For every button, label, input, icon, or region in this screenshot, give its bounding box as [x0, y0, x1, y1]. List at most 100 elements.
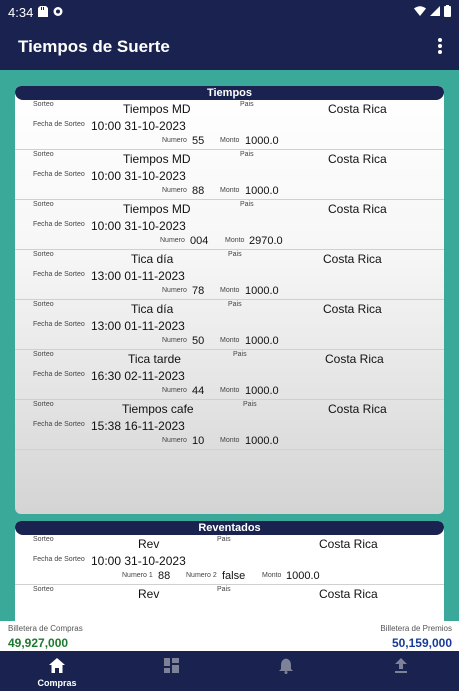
sorteo-value: Tica tarde [128, 352, 181, 366]
fecha-label: Fecha de Sorteo [33, 121, 85, 128]
numero2-value: false [222, 570, 246, 582]
pais-value: Costa Rica [319, 537, 378, 551]
reventados-panel[interactable]: Reventados Sorteo Rev Pais Costa Rica Fe… [15, 521, 444, 621]
pais-value: Costa Rica [328, 202, 387, 216]
pais-label: Pais [240, 101, 254, 108]
tiempo-card[interactable]: Sorteo Tica día Pais Costa Rica Fecha de… [15, 300, 444, 350]
fecha-value: 16:30 02-11-2023 [91, 369, 185, 383]
tiempos-panel[interactable]: Tiempos Sorteo Tiempos MD Pais Costa Ric… [15, 86, 444, 514]
numero-value: 88 [192, 185, 205, 197]
sorteo-value: Tiempos MD [123, 152, 191, 166]
sd-card-icon [38, 6, 48, 17]
more-options-icon[interactable] [437, 38, 443, 54]
numero-label: Numero [162, 187, 187, 194]
tiempo-card[interactable]: Sorteo Tiempos MD Pais Costa Rica Fecha … [15, 150, 444, 200]
fecha-label: Fecha de Sorteo [33, 321, 85, 328]
numero-value: 10 [192, 435, 205, 447]
monto-label: Monto [220, 287, 240, 294]
nav-notifications[interactable] [257, 651, 317, 691]
fecha-label: Fecha de Sorteo [33, 221, 85, 228]
fecha-label: Fecha de Sorteo [33, 271, 85, 278]
fecha-value: 10:00 31-10-2023 [91, 119, 186, 133]
compras-wallet-value: 49,927,000 [8, 636, 69, 650]
bell-icon [279, 658, 293, 674]
tiempo-card[interactable]: Sorteo Tica día Pais Costa Rica Fecha de… [15, 250, 444, 300]
numero-label: Numero [162, 287, 187, 294]
main-content[interactable]: Tiempos Sorteo Tiempos MD Pais Costa Ric… [0, 70, 459, 621]
nav-compras[interactable]: Compras [27, 651, 87, 691]
pais-label: Pais [228, 251, 242, 258]
sorteo-label: Sorteo [33, 536, 54, 543]
pais-value: Costa Rica [328, 402, 387, 416]
app-bar: Tiempos de Suerte [0, 24, 459, 70]
bottom-nav: Compras [0, 651, 459, 691]
numero-value: 55 [192, 135, 205, 147]
numero-label: Numero [162, 437, 187, 444]
pais-label: Pais [217, 586, 231, 593]
dashboard-icon [164, 658, 179, 673]
wifi-icon [414, 6, 426, 16]
numero-label: Numero [162, 337, 187, 344]
sorteo-label: Sorteo [33, 586, 54, 593]
numero2-label: Numero 2 [186, 572, 217, 579]
numero-label: Numero [162, 387, 187, 394]
signal-icon [430, 6, 440, 16]
numero-value: 78 [192, 285, 205, 297]
app-title: Tiempos de Suerte [18, 37, 170, 56]
sorteo-label: Sorteo [33, 301, 54, 308]
fecha-label: Fecha de Sorteo [33, 371, 85, 378]
monto-value: 1000.0 [245, 435, 279, 447]
numero1-value: 88 [158, 570, 171, 582]
numero1-label: Numero 1 [122, 572, 153, 579]
monto-label: Monto [220, 437, 240, 444]
sorteo-value: Tica día [131, 302, 174, 316]
premios-wallet-label: Billetera de Premios [380, 624, 452, 633]
numero-value: 44 [192, 385, 205, 397]
fecha-label: Fecha de Sorteo [33, 171, 85, 178]
sorteo-value: Tica día [131, 252, 174, 266]
sorteo-value: Rev [138, 587, 160, 601]
tiempo-card[interactable]: Sorteo Tica tarde Pais Costa Rica Fecha … [15, 350, 444, 400]
tiempo-card[interactable]: Sorteo Tiempos MD Pais Costa Rica Fecha … [15, 100, 444, 150]
reventados-header: Reventados [15, 521, 444, 535]
reventado-card[interactable]: Sorteo Rev Pais Costa Rica Fecha de Sort… [15, 535, 444, 585]
sorteo-label: Sorteo [33, 101, 54, 108]
monto-value: 1000.0 [245, 135, 279, 147]
upload-icon [395, 658, 407, 673]
reventado-card[interactable]: Sorteo Rev Pais Costa Rica [15, 585, 444, 621]
fecha-value: 15:38 16-11-2023 [91, 419, 185, 433]
compras-wallet-label: Billetera de Compras [8, 624, 83, 633]
sync-icon [53, 7, 63, 16]
numero-value: 50 [192, 335, 205, 347]
status-time: 4:34 [8, 5, 34, 20]
monto-value: 1000.0 [245, 185, 279, 197]
monto-label: Monto [220, 137, 240, 144]
sorteo-label: Sorteo [33, 401, 54, 408]
fecha-value: 10:00 31-10-2023 [91, 554, 186, 568]
monto-value: 1000.0 [245, 385, 279, 397]
tiempo-card[interactable]: Sorteo Tiempos MD Pais Costa Rica Fecha … [15, 200, 444, 250]
tiempos-header: Tiempos [15, 86, 444, 100]
sorteo-value: Tiempos MD [123, 102, 191, 116]
status-bar: 4:34 [0, 0, 459, 24]
numero-value: 004 [190, 235, 209, 247]
pais-value: Costa Rica [319, 587, 378, 601]
nav-compras-label: Compras [37, 678, 77, 688]
monto-value: 1000.0 [245, 285, 279, 297]
numero-label: Numero [162, 137, 187, 144]
wallet-summary: Billetera de Compras 49,927,000 Billeter… [0, 621, 459, 651]
pais-label: Pais [240, 151, 254, 158]
nav-dashboard[interactable] [142, 651, 202, 691]
fecha-value: 13:00 01-11-2023 [91, 319, 185, 333]
monto-value: 1000.0 [245, 335, 279, 347]
tiempo-card[interactable]: Sorteo Tiempos cafe Pais Costa Rica Fech… [15, 400, 444, 450]
pais-value: Costa Rica [325, 352, 384, 366]
sorteo-value: Tiempos cafe [122, 402, 194, 416]
sorteo-value: Tiempos MD [123, 202, 191, 216]
pais-label: Pais [233, 351, 247, 358]
pais-value: Costa Rica [328, 102, 387, 116]
fecha-value: 10:00 31-10-2023 [91, 219, 186, 233]
nav-upload[interactable] [372, 651, 432, 691]
monto-label: Monto [220, 337, 240, 344]
premios-wallet-value: 50,159,000 [391, 636, 452, 650]
